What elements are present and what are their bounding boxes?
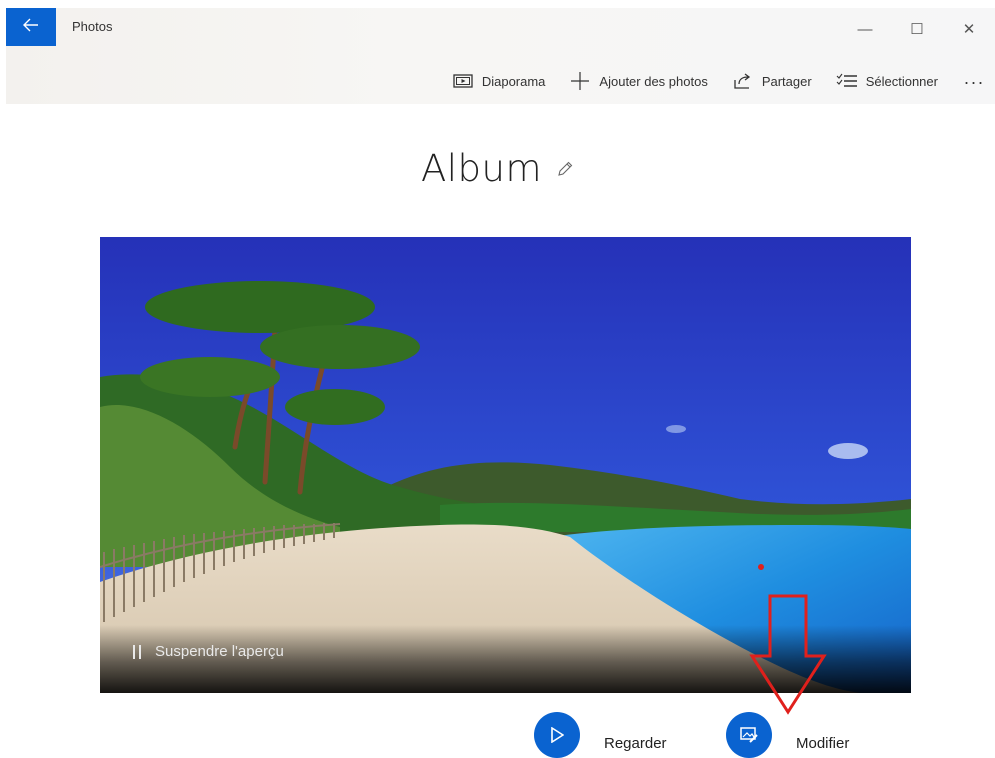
close-button[interactable]: ✕ [943,14,995,44]
back-arrow-icon [23,18,39,37]
watch-label: Regarder [604,735,667,752]
plus-icon [569,71,591,91]
select-button[interactable]: Sélectionner [824,64,950,98]
annotation-arrow-icon [749,594,827,715]
back-button[interactable] [6,8,56,46]
play-icon [534,712,580,758]
select-list-icon [836,71,858,91]
share-button[interactable]: Partager [720,64,824,98]
window-controls: — ☐ ✕ [839,14,995,44]
app-title: Photos [72,19,113,34]
command-bar: Diaporama Ajouter des photos Partager Sé… [440,64,995,98]
pause-preview-label: Suspendre l'aperçu [155,643,284,660]
share-icon [732,71,754,91]
pencil-icon[interactable] [556,160,574,178]
minimize-button[interactable]: — [839,14,891,44]
more-options-button[interactable]: ... [950,61,995,101]
pause-icon [133,644,141,659]
select-label: Sélectionner [865,73,938,89]
edit-button[interactable]: Modifier [726,712,849,758]
add-photos-button[interactable]: Ajouter des photos [557,64,719,98]
edit-label: Modifier [796,735,850,752]
title-bar: Photos — ☐ ✕ Diaporama Ajouter des photo… [6,8,995,104]
edit-photo-icon [726,712,772,758]
share-label: Partager [761,73,812,89]
slideshow-button[interactable]: Diaporama [440,64,558,98]
album-header: Album [0,147,995,190]
add-photos-label: Ajouter des photos [599,73,708,89]
slideshow-icon [452,71,474,91]
maximize-button[interactable]: ☐ [891,14,943,44]
album-title: Album [420,147,543,190]
slideshow-label: Diaporama [481,73,546,89]
pause-preview-button[interactable]: Suspendre l'aperçu [133,643,284,660]
watch-button[interactable]: Regarder [534,712,667,758]
